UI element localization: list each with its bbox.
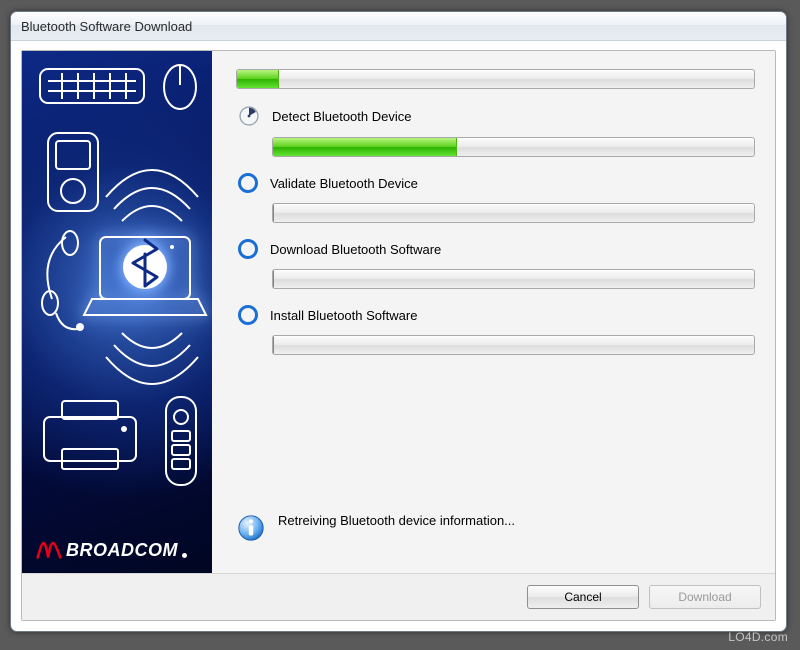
info-icon (236, 513, 266, 543)
bluetooth-laptop-icon (84, 237, 206, 315)
signal-icon (106, 170, 198, 221)
status-text: Retreiving Bluetooth device information.… (278, 513, 515, 528)
step-detect-progress (272, 137, 755, 157)
window-title: Bluetooth Software Download (21, 19, 192, 34)
overall-progress-fill (237, 70, 279, 88)
step-install: Install Bluetooth Software (236, 305, 755, 355)
step-download: Download Bluetooth Software (236, 239, 755, 289)
brand-dot-icon (182, 553, 187, 558)
main-panel: Detect Bluetooth Device Validate Bluetoo… (212, 51, 775, 573)
dialog-window: Bluetooth Software Download (10, 11, 787, 632)
pending-ring-icon (238, 173, 258, 193)
printer-icon (44, 401, 136, 469)
step-label: Download Bluetooth Software (270, 242, 441, 257)
watermark: LO4D.com (728, 630, 788, 644)
clock-icon (238, 105, 260, 127)
titlebar[interactable]: Bluetooth Software Download (11, 12, 786, 41)
pending-ring-icon (238, 239, 258, 259)
step-validate-progress (272, 203, 755, 223)
headset-icon (42, 231, 84, 331)
step-install-progress (272, 335, 755, 355)
brand-logo: BROADCOM (36, 533, 187, 561)
step-detect: Detect Bluetooth Device (236, 105, 755, 157)
client-area: BROADCOM (21, 50, 776, 621)
step-validate: Validate Bluetooth Device (236, 173, 755, 223)
brand-name: BROADCOM (66, 540, 178, 561)
download-button[interactable]: Download (649, 585, 761, 609)
footer: Cancel Download (22, 573, 775, 620)
keyboard-icon (40, 69, 144, 103)
step-label: Detect Bluetooth Device (272, 109, 411, 124)
status-row: Retreiving Bluetooth device information.… (236, 513, 755, 543)
overall-progress (236, 69, 755, 89)
signal-icon (106, 333, 198, 384)
step-download-progress (272, 269, 755, 289)
mouse-icon (164, 65, 196, 109)
remote-icon (166, 397, 196, 485)
step-label: Install Bluetooth Software (270, 308, 417, 323)
pending-ring-icon (238, 305, 258, 325)
mp3-icon (48, 133, 98, 211)
cancel-button[interactable]: Cancel (527, 585, 639, 609)
brand-wave-icon (36, 533, 62, 561)
sidebar-graphic: BROADCOM (22, 51, 212, 573)
step-label: Validate Bluetooth Device (270, 176, 418, 191)
